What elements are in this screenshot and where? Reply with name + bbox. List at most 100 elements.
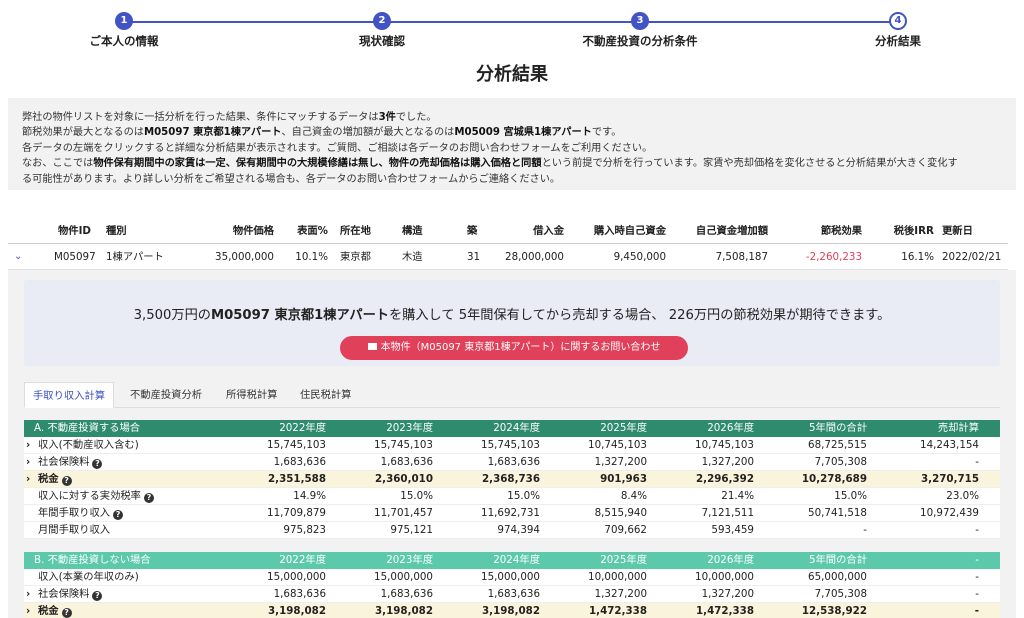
tab-income-tax[interactable]: 所得税計算 [218, 382, 285, 408]
header-type: 種別 [106, 225, 127, 237]
table-row[interactable]: › 社会保険料? 1,683,636 1,683,636 1,683,636 1,327,… [24, 586, 1000, 603]
table-row[interactable]: › 税金? 2,351,588 2,360,010 2,368,736 901,963 2,… [24, 471, 1000, 488]
row-label: 社会保険料? [38, 586, 103, 603]
chevron-right-icon[interactable]: › [26, 471, 30, 488]
tab-investment-analysis[interactable]: 不動産投資分析 [122, 382, 210, 408]
cell-value: 15,745,103 [267, 439, 326, 451]
assumption-text: 物件保有期間中の家賃は一定、保有期間中の大規模修繕は無し、物件の売却価格は購入価… [93, 158, 542, 170]
header-equity-increase: 自己資金増加額 [695, 225, 768, 237]
column-header: 2022年度 [279, 554, 326, 566]
cell-value: 901,963 [600, 473, 647, 485]
property-row[interactable]: ⌄ M05097 1棟アパート 35,000,000 10.1% 東京都 木造 … [8, 244, 1008, 270]
row-label: 収入に対する実効税率? [38, 488, 154, 505]
header-equity: 購入時自己資金 [593, 225, 666, 237]
cell-value: 2,296,392 [696, 473, 754, 485]
column-header: 2026年度 [707, 422, 754, 434]
section_a-header: A. 不動産投資する場合 2022年度 2023年度 2024年度 2025年度 2026… [24, 420, 1000, 437]
help-icon[interactable]: ? [92, 591, 103, 601]
callout-text: 3,500万円のM05097 東京都1棟アパートを購入して 5年間保有してから売… [24, 304, 1000, 323]
header-structure: 構造 [402, 225, 423, 237]
column-header: 2023年度 [386, 554, 433, 566]
cell-value: 68,725,515 [808, 439, 867, 451]
summary-line-5: る可能性があります。より詳しい分析をご希望される場合も、各データのお問い合わせフ… [22, 173, 561, 185]
cell-value: - [975, 524, 979, 536]
column-header: 売却計算 [937, 422, 979, 434]
contact-button[interactable]: 本物件（M05097 東京都1棟アパート）に関するお問い合わせ [340, 336, 688, 360]
cell-value: 709,662 [604, 524, 647, 536]
section-title: A. 不動産投資する場合 [34, 422, 141, 434]
cell-value: 1,472,338 [589, 605, 647, 617]
cell-value: 15.0% [400, 490, 433, 502]
cell-value: 975,121 [390, 524, 433, 536]
stepper-line [124, 21, 900, 23]
row-label: 収入(不動産収入含む) [38, 437, 139, 454]
help-icon[interactable]: ? [113, 510, 124, 520]
cell-value: 3,198,082 [482, 605, 540, 617]
cell-value: 15,000,000 [374, 571, 433, 583]
cell-value: 15.0% [507, 490, 540, 502]
contact-button-label: 本物件（M05097 東京都1棟アパート）に関するお問い合わせ [380, 342, 661, 353]
property-age: 31 [467, 251, 481, 263]
help-icon[interactable]: ? [92, 459, 103, 469]
summary-text: 、自己資金の増加額が最大となるのは [281, 127, 455, 139]
row-label-text: 月間手取り収入 [38, 524, 111, 536]
row-label: 収入(本業の年収のみ) [38, 569, 139, 586]
best-equity-property: M05009 宮城県1棟アパート [454, 127, 592, 139]
property-tax-effect: -2,260,233 [805, 251, 862, 263]
cell-value: 14,243,154 [920, 439, 979, 451]
step-3[interactable]: 3 不動産投資の分析条件 [560, 12, 720, 49]
callout-rest: を購入して 5年間保有してから売却する場合、 226万円の節税効果が期待できます… [388, 308, 891, 323]
header-price: 物件価格 [232, 225, 274, 237]
property-type: 1棟アパート [106, 251, 164, 263]
property-irr: 16.1% [901, 251, 934, 263]
step-4-number: 4 [889, 12, 907, 30]
step-1[interactable]: 1 ご本人の情報 [44, 12, 204, 49]
cell-value: 1,683,636 [487, 456, 540, 468]
summary-text: 弊社の物件リストを対象に一括分析を行った結果、条件にマッチするデータは [22, 112, 379, 123]
step-2-label: 現状確認 [359, 34, 405, 48]
table-row: 年間手取り収入? 11,709,879 11,701,457 11,692,731 8,… [24, 505, 1000, 522]
chevron-down-icon[interactable]: ⌄ [14, 244, 22, 270]
step-1-label: ご本人の情報 [89, 34, 159, 48]
result-callout: 3,500万円のM05097 東京都1棟アパートを購入して 5年間保有してから売… [24, 280, 1000, 366]
section-title: B. 不動産投資しない場合 [34, 554, 151, 566]
tab-resident-tax[interactable]: 住民税計算 [292, 382, 359, 408]
cell-value: 7,705,308 [814, 588, 867, 600]
row-label: 月間手取り収入 [38, 522, 110, 539]
cell-value: - [975, 588, 979, 600]
cell-value: 14.9% [293, 490, 326, 502]
cell-value: 3,198,082 [268, 605, 326, 617]
help-icon[interactable]: ? [61, 608, 72, 618]
property-price: 35,000,000 [215, 251, 274, 263]
column-header: 2026年度 [707, 554, 754, 566]
table-row[interactable]: › 税金? 3,198,082 3,198,082 3,198,082 1,472,338… [24, 603, 1000, 618]
column-header: - [975, 554, 979, 566]
table-row[interactable]: › 収入(不動産収入含む) 15,745,103 15,745,103 15,745,1… [24, 437, 1000, 454]
step-2-number: 2 [373, 12, 391, 30]
tab-take-home[interactable]: 手取り収入計算 [24, 382, 115, 408]
chevron-right-icon[interactable]: › [26, 586, 30, 603]
cell-value: 3,198,082 [375, 605, 433, 617]
cell-value: 12,538,922 [801, 605, 867, 617]
row-label: 年間手取り収入? [38, 505, 124, 522]
chevron-right-icon[interactable]: › [26, 437, 30, 454]
summary-line-3: 各データの左端をクリックすると詳細な分析結果が表示されます。ご質問、ご相談は各デ… [22, 142, 653, 154]
chevron-right-icon[interactable]: › [26, 603, 30, 618]
summary-text: なお、ここでは [22, 158, 94, 170]
column-header: 5年間の合計 [808, 422, 867, 434]
cell-value: 974,394 [497, 524, 540, 536]
help-icon[interactable]: ? [61, 476, 72, 486]
header-irr: 税後IRR [893, 225, 934, 237]
cell-value: 2,360,010 [375, 473, 433, 485]
table-row[interactable]: › 社会保険料? 1,683,636 1,683,636 1,683,636 1,327,… [24, 454, 1000, 471]
cell-value: 8.4% [620, 490, 647, 502]
chevron-right-icon[interactable]: › [26, 454, 30, 471]
step-1-number: 1 [115, 12, 133, 30]
help-icon[interactable]: ? [143, 493, 154, 503]
step-2[interactable]: 2 現状確認 [302, 12, 462, 49]
column-header: 5年間の合計 [808, 554, 867, 566]
property-table-header: 物件ID 種別 物件価格 表面% 所在地 構造 築 借入金 購入時自己資金 自己… [8, 218, 1008, 244]
callout-property: M05097 東京都1棟アパート [210, 308, 389, 323]
row-label: 社会保険料? [38, 454, 103, 471]
section-b-table: B. 不動産投資しない場合 2022年度 2023年度 2024年度 2025年度 202… [24, 552, 1000, 618]
